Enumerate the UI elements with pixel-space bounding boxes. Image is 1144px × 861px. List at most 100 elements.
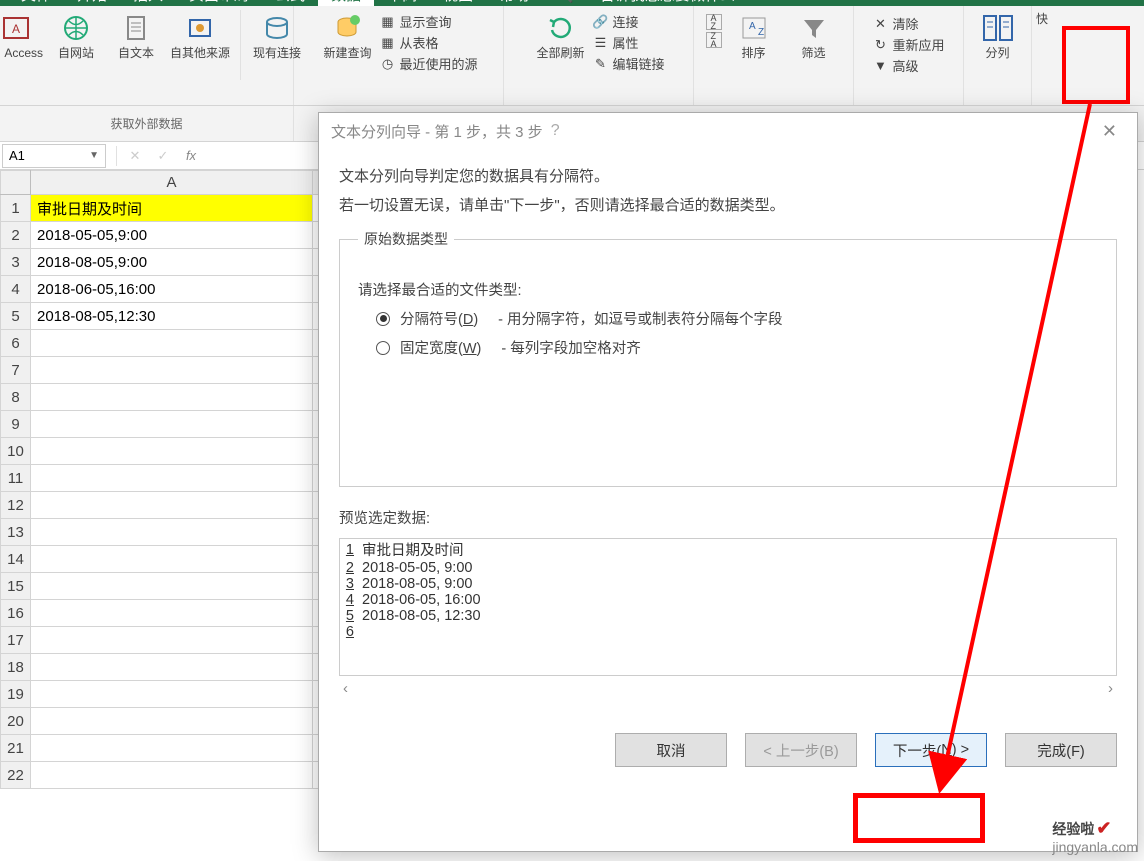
accept-formula-button: ✓: [149, 148, 177, 164]
row-header[interactable]: 12: [1, 492, 31, 519]
original-data-type-group: 原始数据类型 请选择最合适的文件类型: 分隔符号(D) - 用分隔字符，如逗号或…: [339, 229, 1117, 487]
ribbon: A 自 Access 自网站 自文本 自其他来源: [0, 6, 1144, 106]
row-header[interactable]: 10: [1, 438, 31, 465]
row-header[interactable]: 4: [1, 276, 31, 303]
preview-scroll-h[interactable]: ‹›: [339, 676, 1117, 701]
dialog-help-button[interactable]: ?: [543, 118, 568, 144]
row-header[interactable]: 17: [1, 627, 31, 654]
data-preview[interactable]: 1审批日期及时间22018-05-05, 9:0032018-08-05, 9:…: [339, 538, 1117, 676]
radio-icon: [376, 312, 390, 326]
fx-button[interactable]: fx: [177, 148, 205, 163]
radio-fixed-desc: - 每列字段加空格对齐: [501, 337, 640, 358]
globe-icon: [60, 12, 92, 44]
cell-A1[interactable]: 审批日期及时间: [31, 195, 313, 222]
refresh-icon: [544, 12, 576, 44]
from-text-button[interactable]: 自文本: [108, 10, 164, 60]
row-header[interactable]: 9: [1, 411, 31, 438]
row-header[interactable]: 15: [1, 573, 31, 600]
clear-filter-button[interactable]: ✕清除: [872, 14, 944, 33]
group-legend: 原始数据类型: [358, 229, 454, 249]
refresh-all-button[interactable]: 全部刷新: [532, 10, 588, 60]
sort-za-button[interactable]: ZA: [706, 32, 722, 48]
row-header[interactable]: 8: [1, 384, 31, 411]
from-other-button[interactable]: 自其他来源: [168, 10, 232, 60]
chevron-down-icon[interactable]: ▼: [89, 150, 99, 161]
filter-button[interactable]: 筛选: [786, 10, 842, 60]
recent-icon: ◷: [379, 56, 395, 72]
row-header[interactable]: 18: [1, 654, 31, 681]
text-to-columns-wizard-dialog: 文本分列向导 - 第 1 步，共 3 步 ? ✕ 文本分列向导判定您的数据具有分…: [318, 112, 1138, 852]
from-table-button[interactable]: ▦从表格: [379, 33, 477, 52]
radio-delimited[interactable]: 分隔符号(D) - 用分隔字符，如逗号或制表符分隔每个字段: [376, 308, 1098, 329]
connections-button[interactable]: 🔗连接: [592, 12, 664, 31]
table-icon: ▦: [379, 14, 395, 30]
row-header[interactable]: 1: [1, 195, 31, 222]
annotation-highlight-next: [853, 793, 985, 843]
properties-icon: ☰: [592, 35, 608, 51]
row-header[interactable]: 21: [1, 735, 31, 762]
group-label-getdata: 获取外部数据: [0, 106, 294, 141]
radio-fixed-width[interactable]: 固定宽度(W) - 每列字段加空格对齐: [376, 337, 1098, 358]
show-queries-button[interactable]: ▦显示查询: [379, 12, 477, 31]
row-header[interactable]: 6: [1, 330, 31, 357]
reapply-icon: ↻: [872, 37, 888, 53]
advanced-icon: ▼: [872, 58, 888, 74]
from-web-button[interactable]: 自网站: [48, 10, 104, 60]
dialog-close-button[interactable]: ✕: [1094, 117, 1125, 146]
edit-links-icon: ✎: [592, 56, 608, 72]
select-all-corner[interactable]: [1, 171, 31, 195]
table-icon: ▦: [379, 35, 395, 51]
row-header[interactable]: 14: [1, 546, 31, 573]
dialog-text-line1: 文本分列向导判定您的数据具有分隔符。: [339, 165, 1117, 186]
next-button[interactable]: 下一步(N) >: [875, 733, 987, 767]
svg-text:Z: Z: [758, 27, 764, 38]
cancel-formula-button: ✕: [121, 148, 149, 164]
row-header[interactable]: 11: [1, 465, 31, 492]
finish-button[interactable]: 完成(F): [1005, 733, 1117, 767]
new-query-button[interactable]: 新建查询: [319, 10, 375, 60]
row-header[interactable]: 3: [1, 249, 31, 276]
row-header[interactable]: 13: [1, 519, 31, 546]
text-to-columns-icon: [982, 12, 1014, 44]
dialog-title-bar[interactable]: 文本分列向导 - 第 1 步，共 3 步 ? ✕: [319, 113, 1137, 149]
connections-icon: [261, 12, 293, 44]
sort-az-icon: AZ: [706, 14, 722, 30]
link-icon: 🔗: [592, 14, 608, 30]
cancel-button[interactable]: 取消: [615, 733, 727, 767]
svg-text:A: A: [749, 21, 756, 32]
text-to-columns-button[interactable]: 分列: [972, 10, 1024, 60]
column-header-A[interactable]: A: [31, 171, 313, 195]
cell-A2[interactable]: 2018-05-05,9:00: [31, 222, 313, 249]
svg-text:A: A: [12, 22, 20, 36]
preview-label: 预览选定数据:: [339, 507, 1117, 528]
cell-A4[interactable]: 2018-06-05,16:00: [31, 276, 313, 303]
sort-az-button[interactable]: AZ: [706, 14, 722, 30]
cell-A5[interactable]: 2018-08-05,12:30: [31, 303, 313, 330]
row-header[interactable]: 16: [1, 600, 31, 627]
access-icon: A: [0, 12, 32, 44]
row-header[interactable]: 22: [1, 762, 31, 789]
from-access-button[interactable]: A 自 Access: [0, 10, 44, 60]
reapply-button[interactable]: ↻重新应用: [872, 35, 944, 54]
name-box[interactable]: A1 ▼: [2, 144, 106, 168]
watermark: 经验啦✔ jingyanla.com: [1052, 818, 1138, 855]
radio-delimited-desc: - 用分隔字符，如逗号或制表符分隔每个字段: [498, 308, 782, 329]
row-header[interactable]: 2: [1, 222, 31, 249]
flash-fill-button[interactable]: 快: [1033, 10, 1051, 26]
cell-A3[interactable]: 2018-08-05,9:00: [31, 249, 313, 276]
recent-sources-button[interactable]: ◷最近使用的源: [379, 54, 477, 73]
text-file-icon: [120, 12, 152, 44]
properties-button[interactable]: ☰属性: [592, 33, 664, 52]
row-header[interactable]: 20: [1, 708, 31, 735]
row-header[interactable]: 5: [1, 303, 31, 330]
clear-icon: ✕: [872, 16, 888, 32]
dialog-title: 文本分列向导 - 第 1 步，共 3 步: [331, 121, 543, 142]
row-header[interactable]: 7: [1, 357, 31, 384]
dialog-text-line2: 若一切设置无误，请单击"下一步"，否则请选择最合适的数据类型。: [339, 194, 1117, 215]
row-header[interactable]: 19: [1, 681, 31, 708]
advanced-filter-button[interactable]: ▼高级: [872, 56, 944, 75]
edit-links-button[interactable]: ✎编辑链接: [592, 54, 664, 73]
sort-icon: AZ: [738, 12, 770, 44]
filter-icon: [798, 12, 830, 44]
sort-button[interactable]: AZ 排序: [726, 10, 782, 60]
